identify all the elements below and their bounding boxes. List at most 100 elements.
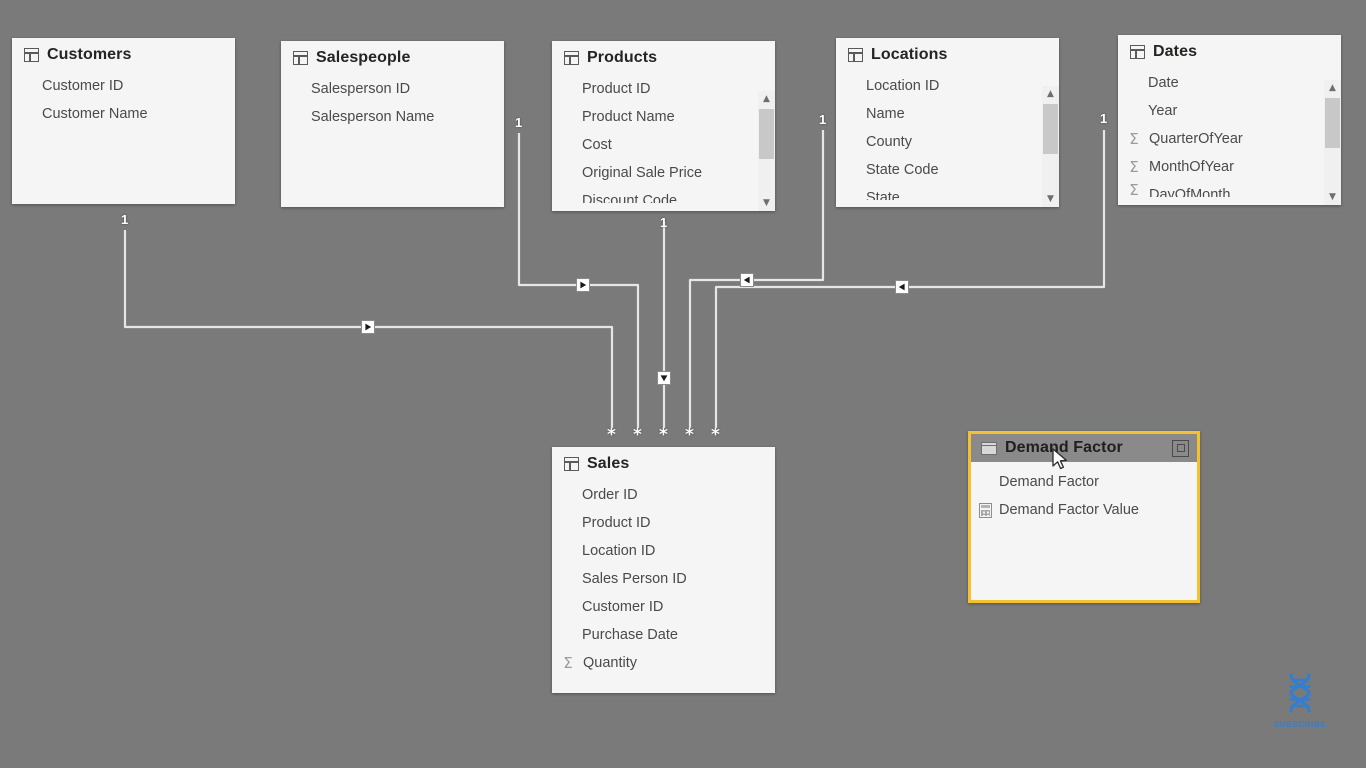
scroll-down-icon[interactable]: ▼ (1042, 191, 1059, 207)
field-label: State (866, 190, 900, 200)
field-list: Location ID Name County State Code State (836, 70, 1059, 200)
field-label: Sales Person ID (582, 571, 687, 587)
scrollbar-track[interactable] (758, 107, 775, 195)
table-header-sales[interactable]: Sales (552, 447, 775, 479)
table-header-dates[interactable]: Dates (1118, 35, 1341, 67)
table-header-customers[interactable]: Customers (12, 38, 235, 70)
scrollbar-vertical[interactable]: ▲ ▼ (758, 91, 775, 211)
field-row[interactable]: Sales Person ID (552, 565, 775, 593)
field-label: Name (866, 106, 905, 122)
scroll-up-icon[interactable]: ▲ (758, 91, 775, 107)
field-label: Discount Code (582, 193, 678, 203)
field-row[interactable]: Purchase Date (552, 621, 775, 649)
field-row[interactable]: Location ID (836, 72, 1059, 100)
field-label: Customer ID (582, 599, 664, 615)
scrollbar-thumb[interactable] (1043, 104, 1058, 154)
scroll-down-icon[interactable]: ▼ (1324, 189, 1341, 205)
scroll-down-icon[interactable]: ▼ (758, 195, 775, 211)
field-row[interactable]: Customer Name (12, 100, 235, 128)
sigma-icon: Σ (563, 654, 573, 672)
scrollbar-track[interactable] (1042, 102, 1059, 191)
scroll-up-icon[interactable]: ▲ (1324, 80, 1341, 96)
field-label: Year (1148, 103, 1178, 119)
table-header-demand-factor[interactable]: Demand Factor (971, 434, 1197, 462)
field-list: Product ID Product Name Cost Original Sa… (552, 73, 775, 203)
field-list: Customer ID Customer Name (12, 70, 235, 128)
calculator-icon (979, 502, 992, 518)
cardinality-many-products: * (659, 425, 668, 445)
field-row[interactable]: Salesperson Name (281, 103, 504, 131)
field-row[interactable]: Product ID (552, 75, 775, 103)
field-row[interactable]: Product Name (552, 103, 775, 131)
field-row[interactable]: Order ID (552, 481, 775, 509)
model-view-canvas[interactable]: 1 1 1 1 1 * * * * * Customers Customer I… (0, 0, 1366, 768)
field-label: Product ID (582, 515, 651, 531)
scroll-up-icon[interactable]: ▲ (1042, 86, 1059, 102)
cardinality-many-locations: * (685, 425, 694, 445)
field-row[interactable]: Customer ID (12, 72, 235, 100)
field-label: Date (1148, 75, 1179, 91)
field-label: State Code (866, 162, 939, 178)
field-row[interactable]: Customer ID (552, 593, 775, 621)
field-row[interactable]: Date (1118, 69, 1341, 97)
field-label: Demand Factor Value (999, 502, 1139, 518)
field-row[interactable]: Original Sale Price (552, 159, 775, 187)
field-row[interactable]: Product ID (552, 509, 775, 537)
cardinality-one-products: 1 (660, 215, 668, 230)
table-card-sales[interactable]: Sales Order ID Product ID Location ID Sa… (552, 447, 775, 693)
table-card-demand-factor[interactable]: Demand Factor Demand Factor Demand Facto… (968, 431, 1200, 603)
field-row[interactable]: Name (836, 100, 1059, 128)
table-card-locations[interactable]: Locations Location ID Name County State … (836, 38, 1059, 207)
table-header-salespeople[interactable]: Salespeople (281, 41, 504, 73)
expand-icon[interactable] (1172, 439, 1189, 457)
table-icon (848, 48, 863, 62)
field-row[interactable]: Location ID (552, 537, 775, 565)
field-row[interactable]: Demand Factor Value (971, 496, 1197, 524)
field-row[interactable]: Salesperson ID (281, 75, 504, 103)
field-row[interactable]: Σ QuarterOfYear (1118, 125, 1341, 153)
table-title: Products (587, 49, 658, 66)
field-row[interactable]: Discount Code (552, 187, 775, 203)
field-list: Demand Factor Demand Factor Value (971, 462, 1197, 524)
field-label: Purchase Date (582, 627, 678, 643)
field-label: Product ID (582, 81, 651, 97)
field-label: MonthOfYear (1149, 159, 1234, 175)
field-row[interactable]: Cost (552, 131, 775, 159)
field-row[interactable]: Σ Quantity (552, 649, 775, 677)
field-label: Original Sale Price (582, 165, 703, 181)
cardinality-many-customers: * (607, 425, 616, 445)
table-header-locations[interactable]: Locations (836, 38, 1059, 70)
cardinality-one-dates: 1 (1100, 111, 1108, 126)
table-card-salespeople[interactable]: Salespeople Salesperson ID Salesperson N… (281, 41, 504, 207)
field-label: Product Name (582, 109, 675, 125)
field-label: Cost (582, 137, 612, 153)
table-title: Sales (587, 455, 630, 472)
field-row[interactable]: State (836, 184, 1059, 200)
scrollbar-vertical[interactable]: ▲ ▼ (1042, 86, 1059, 207)
field-row[interactable]: Σ DayOfMonth (1118, 181, 1341, 197)
field-label: County (866, 134, 912, 150)
scrollbar-thumb[interactable] (1325, 98, 1340, 148)
table-icon (24, 48, 39, 62)
crossfilter-marker-customers (361, 320, 375, 334)
sigma-icon: Σ (1129, 158, 1139, 176)
field-row[interactable]: Year (1118, 97, 1341, 125)
scrollbar-vertical[interactable]: ▲ ▼ (1324, 80, 1341, 205)
table-title: Dates (1153, 43, 1198, 60)
field-row[interactable]: Σ MonthOfYear (1118, 153, 1341, 181)
scrollbar-thumb[interactable] (759, 109, 774, 159)
crossfilter-markers (361, 273, 909, 385)
table-header-products[interactable]: Products (552, 41, 775, 73)
table-icon (1130, 45, 1145, 59)
table-card-products[interactable]: Products Product ID Product Name Cost Or… (552, 41, 775, 211)
field-row[interactable]: State Code (836, 156, 1059, 184)
table-card-customers[interactable]: Customers Customer ID Customer Name (12, 38, 235, 204)
scrollbar-track[interactable] (1324, 96, 1341, 189)
cardinality-one-customers: 1 (121, 212, 129, 227)
dna-icon (1289, 673, 1311, 713)
field-row[interactable]: Demand Factor (971, 468, 1197, 496)
table-icon (981, 441, 997, 455)
field-row[interactable]: County (836, 128, 1059, 156)
table-card-dates[interactable]: Dates Date Year Σ QuarterOfYear Σ MonthO… (1118, 35, 1341, 205)
table-icon (564, 51, 579, 65)
